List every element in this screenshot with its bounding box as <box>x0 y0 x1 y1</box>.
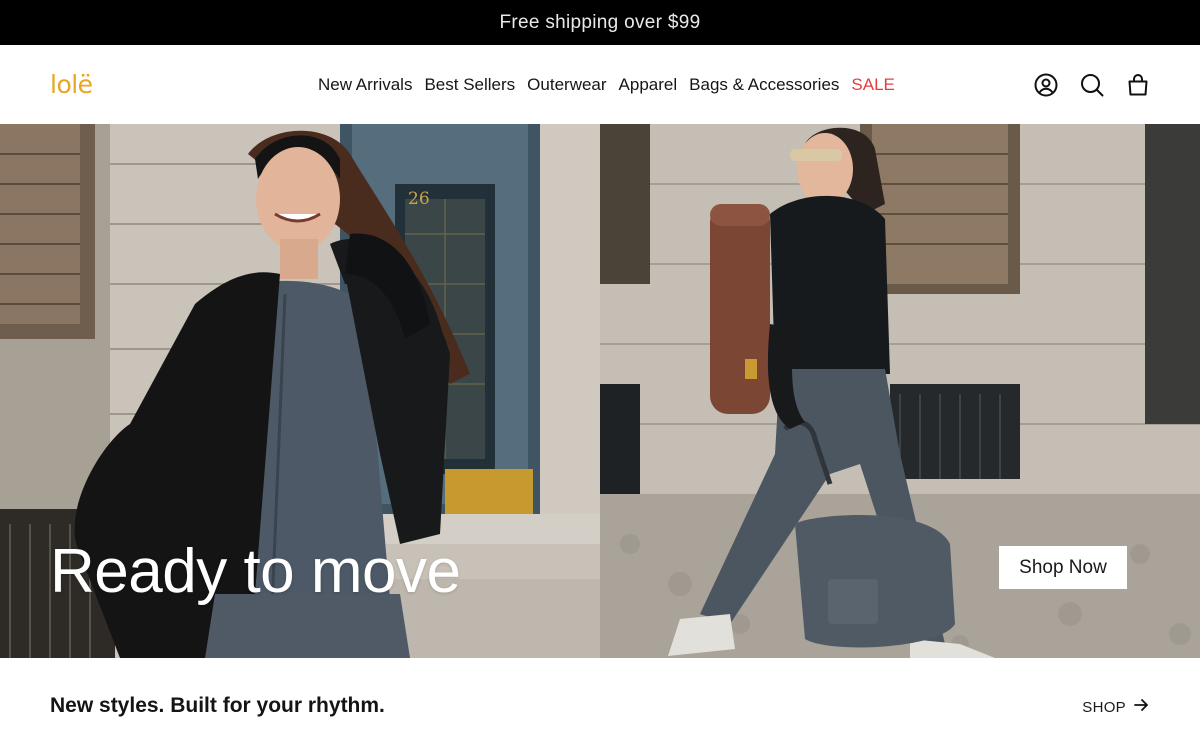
logo-text: lolë <box>50 70 93 99</box>
hero-title: Ready to move <box>50 537 461 606</box>
brand-logo[interactable]: lolë <box>50 70 112 100</box>
nav-item-new-arrivals[interactable]: New Arrivals <box>318 75 412 95</box>
main-nav: New Arrivals Best Sellers Outerwear Appa… <box>318 45 895 124</box>
header-actions <box>1034 45 1150 124</box>
hero-banner: 26 Ready to move Shop Now <box>0 124 1200 658</box>
shop-link[interactable]: SHOP <box>1082 698 1148 716</box>
nav-item-sale[interactable]: SALE <box>851 75 894 95</box>
nav-item-apparel[interactable]: Apparel <box>619 75 678 95</box>
shop-now-button[interactable]: Shop Now <box>999 546 1127 589</box>
shop-link-label: SHOP <box>1082 698 1126 716</box>
cart-icon[interactable] <box>1126 73 1150 97</box>
nav-item-outerwear[interactable]: Outerwear <box>527 75 606 95</box>
announcement-text: Free shipping over $99 <box>499 11 701 33</box>
section-tagline: New styles. Built for your rhythm. <box>50 694 385 717</box>
account-icon[interactable] <box>1034 73 1058 97</box>
site-header: lolë New Arrivals Best Sellers Outerwear… <box>0 45 1200 124</box>
search-icon[interactable] <box>1080 73 1104 97</box>
announcement-bar: Free shipping over $99 <box>0 0 1200 45</box>
nav-item-best-sellers[interactable]: Best Sellers <box>424 75 515 95</box>
door-number: 26 <box>408 189 430 209</box>
nav-item-bags-accessories[interactable]: Bags & Accessories <box>689 75 839 95</box>
arrow-right-icon <box>1134 698 1148 716</box>
